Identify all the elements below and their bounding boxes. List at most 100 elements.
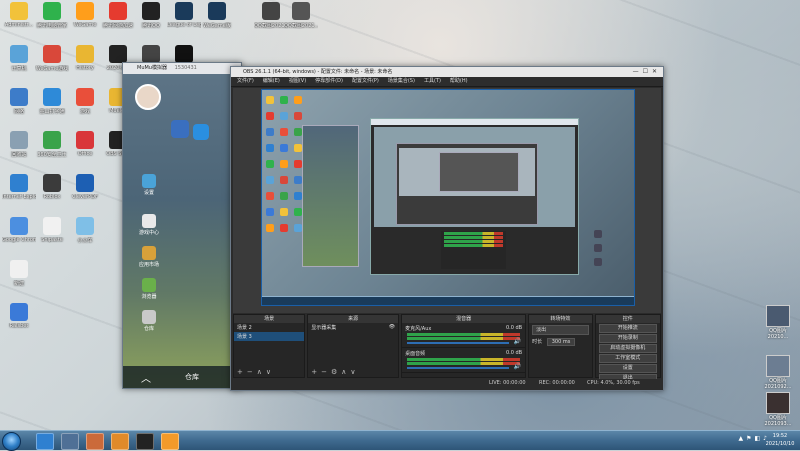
desktop-icon[interactable]: WeGame游戏	[36, 45, 68, 75]
volume-slider[interactable]: 🔊	[407, 363, 521, 370]
desktop-icon[interactable]: 小火车	[70, 217, 100, 247]
menu-item[interactable]: 帮助(H)	[450, 77, 468, 86]
app-icon	[76, 45, 94, 63]
preview-icon	[280, 208, 288, 216]
desktop-icon-label: WeGame	[73, 22, 97, 28]
image-file-sublabel: 20210...	[767, 334, 789, 340]
desktop-icon[interactable]: League of Legends	[167, 2, 201, 32]
desktop-icon[interactable]: 腾讯电脑管家	[37, 2, 67, 32]
menu-item[interactable]: 场景集合(S)	[388, 77, 415, 86]
wegame-taskbar-icon[interactable]	[161, 433, 179, 450]
mumu-app[interactable]: 仓库	[137, 310, 161, 332]
speaker-icon[interactable]: 🔊	[514, 363, 521, 370]
control-button[interactable]: 工作室模式	[598, 354, 657, 363]
control-button[interactable]: 设置	[598, 364, 657, 373]
control-button[interactable]: 启动虚拟摄像机	[598, 344, 657, 353]
desktop-icon[interactable]: 回收站	[4, 131, 34, 161]
desktop-image-file[interactable]: QQ图片 2021093...	[760, 392, 796, 427]
desktop-icon-label: 腾讯电脑管家	[36, 23, 67, 29]
desktop-icon[interactable]: 360安全卫士	[37, 131, 67, 161]
desktop-icon-label: Office	[77, 151, 93, 157]
obs-titlebar[interactable]: OBS 26.1.1 (64-bit, windows) - 配置文件: 未命名…	[231, 67, 663, 77]
desktop-icon[interactable]: Google Chrome	[2, 217, 36, 247]
mumu-app[interactable]: 应用市场	[137, 246, 161, 268]
obs-taskbar-icon[interactable]	[136, 433, 154, 450]
app-icon	[43, 88, 61, 106]
mumu-app-label: 浏览器	[141, 294, 157, 300]
speaker-icon[interactable]: 🔊	[514, 338, 521, 345]
menu-item[interactable]: 视图(V)	[289, 77, 306, 86]
menu-item[interactable]: 文件(F)	[237, 77, 254, 86]
desktop-image-file[interactable]: QQ图片 2021092...	[760, 355, 796, 390]
desktop-icon[interactable]: WeGame	[70, 2, 100, 32]
menu-item[interactable]: 配置文件(P)	[352, 77, 379, 86]
scenes-toolbar[interactable]: +−∧∨	[234, 368, 304, 377]
obs-window[interactable]: OBS 26.1.1 (64-bit, windows) - 配置文件: 未命名…	[230, 66, 664, 391]
desktop-icon[interactable]: 网络	[4, 88, 34, 118]
desktop-icon-label: Ralsbet	[9, 323, 29, 329]
scene-item[interactable]: 场景 2	[234, 323, 304, 332]
visibility-eye-icon[interactable]: 👁	[389, 324, 395, 330]
desktop-file[interactable]: QQ截图2021...	[254, 2, 288, 32]
mixer-channel-name: 桌面音频	[405, 351, 426, 357]
live-status: LIVE: 00:00:00	[489, 380, 526, 386]
mumu-emulator-window[interactable]: MuMu模拟器 1530431 设置游戏中心应用市场浏览器仓库 ︿ 仓库	[122, 62, 242, 389]
desktop-icon[interactable]: History	[70, 45, 100, 75]
desktop-icon[interactable]: Ralsbet	[4, 303, 34, 333]
mumu-app[interactable]: 设置	[137, 174, 161, 196]
android-navbar: ︿ 仓库	[123, 366, 241, 388]
mumu-app-label: 设置	[143, 190, 154, 196]
volume-meter	[407, 362, 521, 365]
app-icon	[10, 45, 28, 63]
desktop-icon[interactable]: Roblox	[37, 174, 67, 204]
avatar[interactable]	[135, 84, 161, 110]
desktop-icon[interactable]: Internet Explorer	[2, 174, 36, 204]
window-controls[interactable]: —☐✕	[633, 67, 661, 77]
desktop-icon[interactable]: 游戏	[70, 88, 100, 118]
kugou-taskbar-icon[interactable]	[36, 433, 54, 450]
preview-obs-window	[370, 118, 579, 275]
navbar-label[interactable]: 仓库	[185, 372, 199, 382]
mumu-titlebar[interactable]: MuMu模拟器 1530431	[123, 63, 241, 74]
mumu-app[interactable]: 浏览器	[137, 278, 161, 300]
desktop-icon[interactable]: 计算机	[4, 45, 34, 75]
transition-select[interactable]: 淡出	[532, 325, 589, 335]
sources-dock: 来源 显示器采集 👁 +−⚙∧∨	[307, 314, 400, 378]
control-button[interactable]: 开始录制	[598, 334, 657, 343]
desktop-icon[interactable]: 腾讯网游加速	[103, 2, 133, 32]
desktop-icon[interactable]: 新建	[4, 260, 34, 290]
desktop-icon[interactable]: Office	[70, 131, 100, 161]
mumu-taskbar-icon[interactable]	[86, 433, 104, 450]
desktop-icon[interactable]: 腾讯QQ	[136, 2, 166, 32]
clock[interactable]: 19:52 2021/10/10	[763, 432, 797, 448]
desktop-icon-label: 回收站	[11, 152, 27, 158]
source-item[interactable]: 显示器采集 👁	[308, 323, 398, 332]
app-icon[interactable]	[171, 120, 189, 138]
mumu-app[interactable]: 游戏中心	[137, 214, 161, 236]
obs-preview[interactable]	[233, 88, 661, 313]
menu-item[interactable]: 编辑(E)	[263, 77, 280, 86]
sources-toolbar[interactable]: +−⚙∧∨	[308, 368, 398, 377]
mumu-android-screen[interactable]: 设置游戏中心应用市场浏览器仓库 ︿ 仓库	[123, 74, 241, 388]
control-button[interactable]: 开始推流	[598, 324, 657, 333]
volume-slider[interactable]: 🔊	[407, 338, 521, 345]
scene-item[interactable]: 场景 3	[234, 332, 305, 341]
desktop-icon[interactable]: Snipaste	[37, 217, 67, 247]
preview-icon	[294, 128, 302, 136]
desktop-icon[interactable]: WeGame版	[202, 2, 232, 32]
menu-item[interactable]: 停靠部件(D)	[315, 77, 343, 86]
preview-icon	[294, 96, 302, 104]
menu-item[interactable]: 工具(T)	[424, 77, 441, 86]
desktop-image-file[interactable]: QQ图片 20210...	[760, 305, 796, 340]
desktop-icon[interactable]: 金山打字通	[37, 88, 67, 118]
duration-input[interactable]: 300 ms	[546, 338, 576, 346]
desktop-file[interactable]: QQ截图2021...	[284, 2, 318, 32]
desktop-icon[interactable]: CleverPDF	[70, 174, 100, 204]
desktop-icon[interactable]: Administr...	[4, 2, 34, 32]
game-taskbar-icon[interactable]	[111, 433, 129, 450]
back-arrow-icon[interactable]: ︿	[141, 370, 151, 385]
file-explorer-taskbar-icon[interactable]	[61, 433, 79, 450]
preview-nested-obs	[396, 143, 538, 225]
app-icon[interactable]	[193, 124, 209, 140]
start-button[interactable]	[2, 432, 21, 451]
